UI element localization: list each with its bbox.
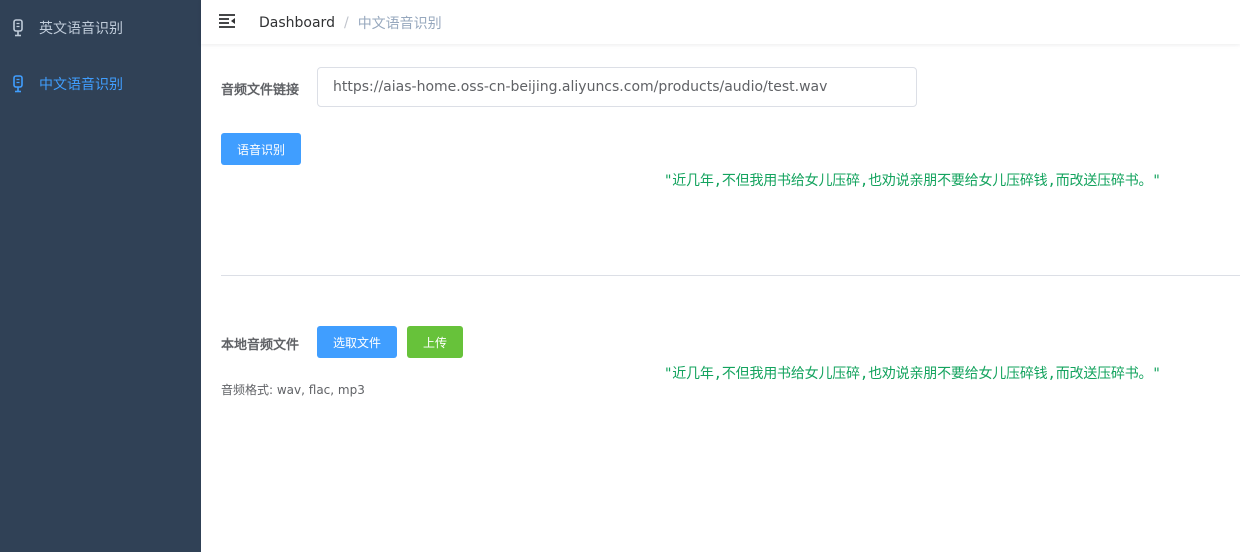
local-recognition-result: "近几年,不但我用书给女儿压碎,也劝说亲朋不要给女儿压碎钱,而改送压碎书。" <box>664 366 1161 382</box>
audio-url-input[interactable] <box>317 67 917 107</box>
sidebar-item-label: 英文语音识别 <box>39 21 123 37</box>
hamburger-icon[interactable] <box>218 13 236 29</box>
breadcrumb: Dashboard / 中文语音识别 <box>259 13 442 33</box>
sidebar: 英文语音识别 中文语音识别 <box>0 0 201 552</box>
audio-url-label: 音频文件链接 <box>221 83 300 98</box>
audio-format-hint: 音频格式: wav, flac, mp3 <box>221 383 365 397</box>
select-file-button[interactable]: 选取文件 <box>317 326 397 358</box>
navbar: Dashboard / 中文语音识别 <box>201 0 1240 44</box>
microphone-icon <box>11 75 25 93</box>
sidebar-item-label: 中文语音识别 <box>39 77 123 93</box>
recognize-button[interactable]: 语音识别 <box>221 133 301 165</box>
sidebar-item-chinese-speech-recognition[interactable]: 中文语音识别 <box>0 56 201 112</box>
url-recognition-result: "近几年,不但我用书给女儿压碎,也劝说亲朋不要给女儿压碎钱,而改送压碎书。" <box>664 173 1161 189</box>
breadcrumb-dashboard-link[interactable]: Dashboard <box>259 15 335 31</box>
breadcrumb-separator: / <box>343 15 349 31</box>
sidebar-item-english-speech-recognition[interactable]: 英文语音识别 <box>0 0 201 56</box>
microphone-icon <box>11 19 25 37</box>
section-divider <box>221 275 1240 276</box>
local-audio-label: 本地音频文件 <box>221 338 300 353</box>
breadcrumb-current: 中文语音识别 <box>357 16 442 32</box>
upload-button[interactable]: 上传 <box>407 326 463 358</box>
